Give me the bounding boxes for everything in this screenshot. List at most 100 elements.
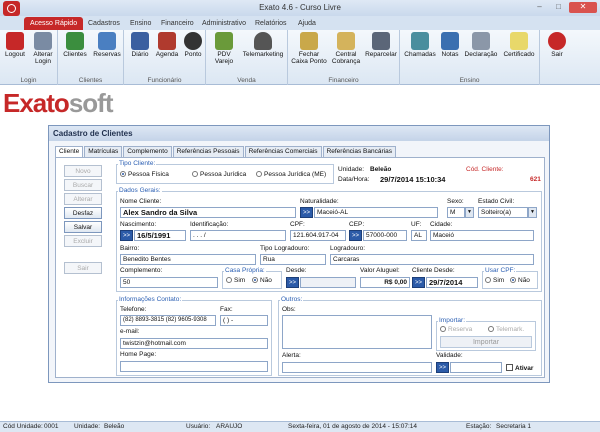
cep-input[interactable]: 57000-000 xyxy=(363,230,407,241)
cod-cliente-value: 621 xyxy=(530,176,541,183)
sair-dialog-button[interactable]: Sair xyxy=(64,262,102,274)
desfaz-button[interactable]: Desfaz xyxy=(64,207,102,219)
group-venda: PDV Varejo Telemarketing Venda xyxy=(206,30,288,85)
telemarketing-button[interactable]: Telemarketing xyxy=(240,32,286,58)
title-bar: Exato 4.6 - Curso Livre – □ ✕ xyxy=(0,0,600,16)
tab-financeiro[interactable]: Financeiro xyxy=(155,17,200,30)
naturalidade-input[interactable]: Maceió-AL xyxy=(314,207,438,218)
chevron-down-icon[interactable]: ▼ xyxy=(465,207,474,218)
reservas-button[interactable]: Reservas xyxy=(92,32,122,58)
obs-textarea[interactable] xyxy=(282,315,432,349)
minimize-button[interactable]: – xyxy=(531,2,548,13)
pessoa-fisica-radio[interactable]: Pessoa Física xyxy=(120,171,169,178)
importar-telemark-radio[interactable]: Telemark. xyxy=(488,326,524,333)
chevron-down-icon[interactable]: ▼ xyxy=(528,207,537,218)
agenda-button[interactable]: Agenda xyxy=(154,32,180,58)
fax-input[interactable]: ( ) - xyxy=(220,315,268,326)
nascimento-input[interactable]: 16/5/1991 xyxy=(134,230,186,241)
pessoa-juridica-radio[interactable]: Pessoa Jurídica xyxy=(192,171,246,178)
group-login: Logout Alterar Login Login xyxy=(0,30,58,85)
diario-button[interactable]: Diário xyxy=(128,32,152,58)
pdv-varejo-button[interactable]: PDV Varejo xyxy=(210,32,238,65)
maximize-button[interactable]: □ xyxy=(550,2,567,13)
importar-reserva-radio[interactable]: Reserva xyxy=(440,326,472,333)
valor-aluguel-input[interactable]: R$ 0,00 xyxy=(360,277,410,288)
status-datetime: Sexta-feira, 01 de agosto de 2014 - 15:0… xyxy=(288,423,418,430)
cliente-desde-input[interactable]: 29/7/2014 xyxy=(426,277,478,288)
cpf-input[interactable]: 121.604.917-04 xyxy=(290,230,346,241)
estado-civil-select[interactable]: Solteiro(a) xyxy=(478,207,528,218)
alerta-input[interactable] xyxy=(282,362,432,373)
bairro-input[interactable]: Benedito Bentes xyxy=(120,254,256,265)
tab-ajuda[interactable]: Ajuda xyxy=(292,17,322,30)
certificado-button[interactable]: Certificado xyxy=(500,32,538,58)
pessoa-juridica-me-radio[interactable]: Pessoa Jurídica (ME) xyxy=(256,171,326,178)
close-button[interactable]: ✕ xyxy=(569,2,597,13)
clock-icon xyxy=(184,32,202,50)
cadastro-clientes-dialog: Cadastro de Clientes Cliente Matrículas … xyxy=(48,125,550,383)
importar-button[interactable]: Importar xyxy=(440,336,532,348)
desde-calendar-button[interactable]: >> xyxy=(286,277,299,288)
tab-matriculas[interactable]: Matrículas xyxy=(84,146,123,157)
telefone-input[interactable]: (82) 8893-3815 (82) 9605-9308 xyxy=(120,315,216,326)
sair-button[interactable]: Sair xyxy=(545,32,569,58)
alterar-login-button[interactable]: Alterar Login xyxy=(30,32,56,65)
naturalidade-lookup-button[interactable]: >> xyxy=(300,207,313,218)
notas-button[interactable]: Notas xyxy=(438,32,462,58)
reparcelar-button[interactable]: Reparcelar xyxy=(364,32,398,58)
logradouro-input[interactable]: Carcaras xyxy=(330,254,534,265)
novo-button[interactable]: Novo xyxy=(64,165,102,177)
uf-input[interactable]: AL xyxy=(411,230,427,241)
tab-acesso-rapido[interactable]: Acesso Rápido xyxy=(24,17,84,30)
ativar-checkbox[interactable]: Ativar xyxy=(506,364,533,372)
cep-lookup-button[interactable]: >> xyxy=(349,230,362,241)
homepage-input[interactable] xyxy=(120,361,268,372)
chamadas-button[interactable]: Chamadas xyxy=(404,32,436,58)
pdv-icon xyxy=(215,32,233,50)
usar-cpf-nao-radio[interactable]: Não xyxy=(510,277,530,284)
casa-propria-sim-radio[interactable]: Sim xyxy=(226,277,245,284)
alterar-button[interactable]: Alterar xyxy=(64,193,102,205)
nome-cliente-input[interactable]: Alex Sandro da Silva xyxy=(120,207,296,218)
status-estacao: Secretaria 1 xyxy=(496,423,532,430)
tab-administrativo[interactable]: Administrativo xyxy=(196,17,252,30)
validade-input[interactable] xyxy=(450,362,502,373)
tab-cliente[interactable]: Cliente xyxy=(55,146,84,157)
cidade-input[interactable]: Maceió xyxy=(430,230,534,241)
complemento-input[interactable]: 50 xyxy=(120,277,218,288)
nascimento-calendar-button[interactable]: >> xyxy=(120,230,133,241)
certificate-icon xyxy=(510,32,528,50)
excluir-button[interactable]: Excluir xyxy=(64,235,102,247)
declaracao-button[interactable]: Declaração xyxy=(464,32,498,58)
buscar-button[interactable]: Buscar xyxy=(64,179,102,191)
sexo-select[interactable]: M xyxy=(447,207,465,218)
validade-calendar-button[interactable]: >> xyxy=(436,362,449,373)
tab-ref-pessoais[interactable]: Referências Pessoais xyxy=(172,146,244,157)
money-icon xyxy=(337,32,355,50)
tab-complemento[interactable]: Complemento xyxy=(123,146,172,157)
tab-ensino[interactable]: Ensino xyxy=(124,17,157,30)
group-clientes: Clientes Reservas Clientes xyxy=(58,30,124,85)
datahora-value: 29/7/2014 15:10:34 xyxy=(380,175,446,184)
casa-propria-nao-radio[interactable]: Não xyxy=(252,277,272,284)
identificacao-input[interactable]: . . . / xyxy=(190,230,286,241)
cliente-desde-calendar-button[interactable]: >> xyxy=(412,277,425,288)
logout-button[interactable]: Logout xyxy=(3,32,27,58)
tab-ref-bancarias[interactable]: Referências Bancárias xyxy=(322,146,396,157)
group-funcionario: Diário Agenda Ponto Funcionário xyxy=(124,30,206,85)
ponto-button[interactable]: Ponto xyxy=(181,32,205,58)
calendar-icon xyxy=(158,32,176,50)
usar-cpf-sim-radio[interactable]: Sim xyxy=(485,277,504,284)
book-icon xyxy=(131,32,149,50)
tab-ref-comerciais[interactable]: Referências Comerciais xyxy=(244,146,322,157)
clientes-button[interactable]: Clientes xyxy=(62,32,88,58)
desde-input[interactable] xyxy=(300,277,356,288)
salvar-button[interactable]: Salvar xyxy=(64,221,102,233)
fechar-caixa-button[interactable]: Fechar Caixa Ponto xyxy=(290,32,328,65)
tab-relatorios[interactable]: Relatórios xyxy=(249,17,293,30)
ribbon-tabs: Acesso Rápido Cadastros Ensino Financeir… xyxy=(0,16,600,30)
central-cobranca-button[interactable]: Central Cobrança xyxy=(330,32,362,65)
email-input[interactable]: twistzin@hotmail.com xyxy=(120,338,268,349)
tab-cadastros[interactable]: Cadastros xyxy=(82,17,126,30)
tipo-logradouro-input[interactable]: Rua xyxy=(260,254,326,265)
